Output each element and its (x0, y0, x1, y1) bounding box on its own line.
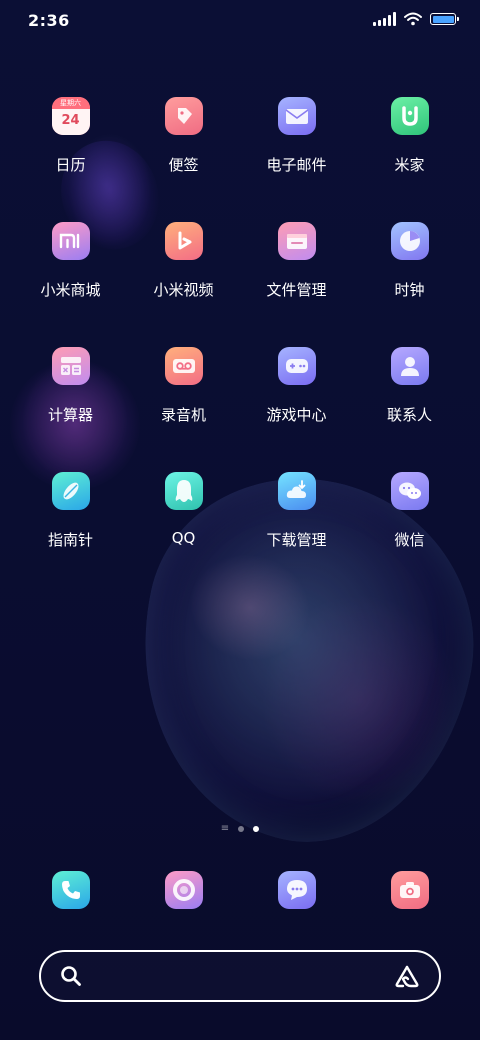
dock (14, 871, 466, 909)
app-label: QQ (171, 529, 196, 547)
app-qq[interactable]: QQ (127, 472, 240, 597)
mijia-icon (390, 97, 429, 135)
app-mi-store[interactable]: 小米商城 (14, 222, 127, 347)
app-label: 日历 (55, 156, 86, 174)
app-label: 时钟 (394, 281, 425, 299)
phone-icon (51, 871, 90, 909)
app-calendar[interactable]: 星期六 24 日历 (14, 97, 127, 222)
calendar-day: 24 (51, 109, 90, 135)
game-center-icon (277, 347, 316, 385)
page-indicator[interactable]: ≡ (0, 824, 480, 834)
compass-icon (51, 472, 90, 510)
dock-phone[interactable] (14, 871, 127, 909)
app-compass[interactable]: 指南针 (14, 472, 127, 597)
app-label: 小米视频 (153, 281, 214, 299)
security-icon (164, 871, 203, 909)
app-label: 游戏中心 (266, 406, 327, 424)
calendar-weekday: 星期六 (51, 97, 90, 109)
app-notes[interactable]: 便签 (127, 97, 240, 222)
app-label: 小米商城 (40, 281, 101, 299)
page-menu-icon: ≡ (220, 823, 230, 834)
app-email[interactable]: 电子邮件 (240, 97, 353, 222)
mi-video-icon (164, 222, 203, 260)
dock-camera[interactable] (353, 871, 466, 909)
search-icon[interactable] (59, 964, 83, 988)
app-game-center[interactable]: 游戏中心 (240, 347, 353, 472)
app-label: 文件管理 (266, 281, 327, 299)
clock-icon (390, 222, 429, 260)
app-label: 录音机 (160, 406, 206, 424)
messages-icon (277, 871, 316, 909)
notes-icon (164, 97, 203, 135)
download-manager-icon (277, 472, 316, 510)
app-label: 下载管理 (266, 531, 327, 549)
app-label: 联系人 (386, 406, 432, 424)
app-download-manager[interactable]: 下载管理 (240, 472, 353, 597)
app-label: 指南针 (47, 531, 93, 549)
battery-icon (430, 13, 459, 25)
app-calculator[interactable]: 计算器 (14, 347, 127, 472)
app-label: 电子邮件 (266, 156, 327, 174)
wifi-icon (404, 12, 422, 26)
calendar-icon: 星期六 24 (51, 97, 90, 135)
app-label: 米家 (394, 156, 425, 174)
qq-icon (164, 472, 203, 510)
app-recorder[interactable]: 录音机 (127, 347, 240, 472)
file-manager-icon (277, 222, 316, 260)
dock-messages[interactable] (240, 871, 353, 909)
app-mi-video[interactable]: 小米视频 (127, 222, 240, 347)
status-bar: 2:36 (0, 0, 480, 40)
calculator-icon (51, 347, 90, 385)
signal-icon (373, 12, 396, 26)
camera-icon (390, 871, 429, 909)
battery-level (432, 15, 454, 23)
app-contacts[interactable]: 联系人 (353, 347, 466, 472)
dock-security[interactable] (127, 871, 240, 909)
status-icons (373, 12, 459, 26)
app-mijia[interactable]: 米家 (353, 97, 466, 222)
wechat-icon (390, 472, 429, 510)
app-label: 计算器 (47, 406, 93, 424)
assistant-icon[interactable] (393, 963, 421, 989)
app-label: 便签 (168, 156, 199, 174)
recorder-icon (164, 347, 203, 385)
app-label: 微信 (394, 531, 425, 549)
app-wechat[interactable]: 微信 (353, 472, 466, 597)
page-dot (238, 826, 245, 832)
app-clock[interactable]: 时钟 (353, 222, 466, 347)
page-dot-active (253, 826, 260, 832)
search-bar[interactable] (39, 950, 441, 1002)
mi-store-icon (51, 222, 90, 260)
app-file-manager[interactable]: 文件管理 (240, 222, 353, 347)
app-grid: 星期六 24 日历 便签 电子邮件 米家 小米商城 小米视频 文件管理 时钟 计… (14, 97, 466, 597)
status-time: 2:36 (28, 11, 70, 30)
email-icon (277, 97, 316, 135)
contacts-icon (390, 347, 429, 385)
